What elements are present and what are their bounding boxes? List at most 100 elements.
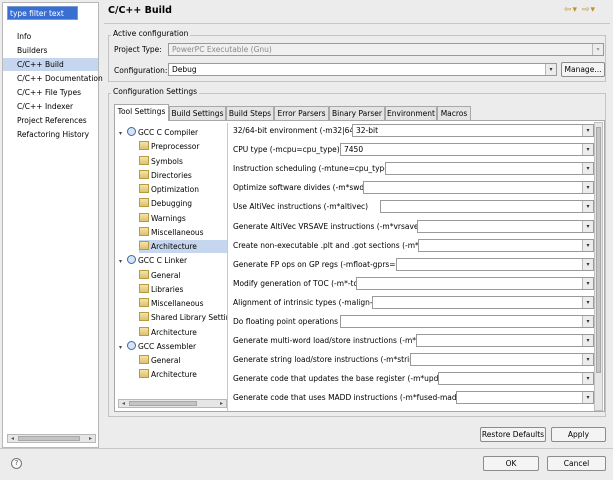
nav-item[interactable]: C/C++ Build	[3, 58, 98, 71]
chevron-down-icon[interactable]: ▾	[582, 220, 593, 232]
scroll-right-icon[interactable]: ▸	[217, 400, 226, 407]
apply-button[interactable]: Apply	[551, 427, 606, 442]
scroll-thumb[interactable]	[596, 127, 601, 373]
tree-category-item[interactable]: Warnings	[139, 212, 227, 225]
cancel-button[interactable]: Cancel	[547, 456, 606, 471]
tab[interactable]: Environment	[385, 106, 437, 120]
scroll-left-icon[interactable]: ◂	[8, 435, 17, 442]
chevron-down-icon[interactable]: ▾	[582, 163, 593, 175]
tree-category-item[interactable]: Architecture	[139, 240, 227, 253]
tree-category-item[interactable]: General	[139, 269, 227, 282]
nav-item[interactable]: Builders	[3, 44, 98, 57]
option-select[interactable]: 7450 ▾	[340, 143, 594, 157]
tree-category-item[interactable]: Debugging	[139, 197, 227, 210]
tree-category-item[interactable]: Miscellaneous	[139, 297, 227, 310]
configuration-label: Configuration:	[114, 66, 168, 75]
chevron-down-icon[interactable]: ▾	[582, 125, 593, 136]
options-vertical-scrollbar[interactable]	[594, 122, 603, 411]
tree-tool-item[interactable]: ▾ GCC Assembler	[119, 340, 226, 353]
option-value: 7450	[344, 145, 364, 155]
chevron-down-icon[interactable]: ▾	[582, 239, 593, 251]
tree-category-item[interactable]: Libraries	[139, 283, 227, 296]
nav-horizontal-scrollbar[interactable]: ◂ ▸	[7, 434, 96, 443]
restore-defaults-button[interactable]: Restore Defaults	[480, 427, 546, 442]
nav-item[interactable]: C/C++ Documentation	[3, 72, 103, 85]
option-select[interactable]: ▾	[416, 334, 594, 348]
option-select[interactable]: ▾	[410, 353, 594, 367]
tree-item-label: Architecture	[151, 370, 197, 380]
chevron-down-icon[interactable]: ▾	[582, 335, 593, 347]
tree-category-item[interactable]: Symbols	[139, 155, 227, 168]
tab[interactable]: Error Parsers	[274, 106, 329, 120]
category-icon	[139, 369, 149, 379]
scroll-left-icon[interactable]: ◂	[119, 400, 128, 407]
ok-button[interactable]: OK	[483, 456, 539, 471]
option-select[interactable]: ▾	[396, 257, 594, 271]
option-label: 32/64-bit environment (-m32|64)	[233, 126, 358, 135]
tab[interactable]: Tool Settings	[114, 104, 169, 121]
option-select[interactable]: ▾	[385, 162, 594, 176]
nav-item[interactable]: C/C++ File Types	[3, 86, 98, 99]
nav-item[interactable]: Refactoring History	[3, 128, 98, 141]
option-select[interactable]: ▾	[340, 315, 594, 328]
tree-horizontal-scrollbar[interactable]: ◂ ▸	[118, 399, 227, 408]
chevron-down-icon[interactable]: ▾	[582, 182, 593, 194]
option-select[interactable]: ▾	[417, 219, 594, 233]
tree-category-item[interactable]: Architecture	[139, 326, 227, 339]
tree-tool-item[interactable]: ▾ GCC C Linker	[119, 254, 226, 267]
expand-toggle-icon[interactable]: ▾	[119, 127, 127, 140]
option-select[interactable]: ▾	[418, 238, 594, 252]
tree-category-item[interactable]: Architecture	[139, 368, 227, 381]
manage-button[interactable]: Manage...	[561, 62, 605, 77]
chevron-down-icon[interactable]: ▾	[582, 354, 593, 366]
chevron-down-icon[interactable]: ▾	[582, 316, 593, 327]
nav-item[interactable]: C/C++ Indexer	[3, 100, 98, 113]
tool-icon	[127, 340, 136, 350]
tree-category-item[interactable]: Directories	[139, 169, 227, 182]
tab[interactable]: Binary Parser	[329, 106, 385, 120]
tab[interactable]: Build Settings	[169, 106, 226, 120]
chevron-down-icon[interactable]: ▾	[582, 277, 593, 289]
option-label: Generate code that updates the base regi…	[233, 374, 454, 384]
option-select[interactable]: ▾	[380, 200, 594, 214]
chevron-down-icon[interactable]: ▾	[582, 373, 593, 385]
option-select[interactable]: ▾	[372, 295, 594, 309]
option-select[interactable]: ▾	[420, 410, 594, 411]
nav-item[interactable]: Project References	[3, 114, 98, 127]
history-nav-icon[interactable]: ⇦▾ ⇨▾	[564, 5, 596, 15]
chevron-down-icon[interactable]: ▾	[582, 392, 593, 404]
chevron-down-icon[interactable]: ▾	[545, 64, 556, 75]
tree-item-label: Architecture	[151, 242, 197, 251]
tree-category-item[interactable]: Shared Library Settin	[139, 311, 227, 324]
filter-input[interactable]	[7, 6, 78, 20]
tree-category-item[interactable]: Miscellaneous	[139, 226, 227, 239]
expand-toggle-icon[interactable]: ▾	[119, 255, 127, 268]
help-icon[interactable]: ?	[11, 458, 22, 469]
chevron-down-icon[interactable]: ▾	[582, 296, 593, 308]
option-select[interactable]: ▾	[363, 181, 594, 195]
scroll-right-icon[interactable]: ▸	[86, 435, 95, 442]
tree-tool-item[interactable]: ▾ GCC C Compiler	[119, 126, 226, 139]
option-select[interactable]: ▾	[356, 276, 594, 290]
tab[interactable]: Macros	[437, 106, 471, 120]
expand-toggle-icon[interactable]: ▾	[119, 341, 127, 354]
option-select[interactable]: 32-bit ▾	[352, 124, 594, 137]
tree-item-label: Symbols	[151, 156, 183, 166]
option-select[interactable]: ▾	[438, 372, 594, 386]
scroll-thumb[interactable]	[129, 401, 197, 406]
option-select[interactable]: ▾	[456, 391, 594, 405]
tree-category-item[interactable]: Optimization	[139, 183, 227, 196]
tree-category-item[interactable]: Preprocessor	[139, 140, 227, 153]
tree-category-item[interactable]: General	[139, 354, 227, 367]
nav-item[interactable]: Info	[3, 30, 98, 43]
configuration-select[interactable]: Debug ▾	[168, 63, 557, 76]
chevron-down-icon[interactable]: ▾	[582, 144, 593, 156]
category-icon	[139, 326, 149, 336]
tree-item-label: Libraries	[151, 284, 184, 294]
chevron-down-icon: ▾	[592, 44, 603, 55]
chevron-down-icon[interactable]: ▾	[582, 201, 593, 213]
scroll-thumb[interactable]	[18, 436, 80, 441]
tree-item-label: Shared Library Settin	[151, 313, 228, 323]
chevron-down-icon[interactable]: ▾	[582, 258, 593, 270]
tab[interactable]: Build Steps	[226, 106, 274, 120]
